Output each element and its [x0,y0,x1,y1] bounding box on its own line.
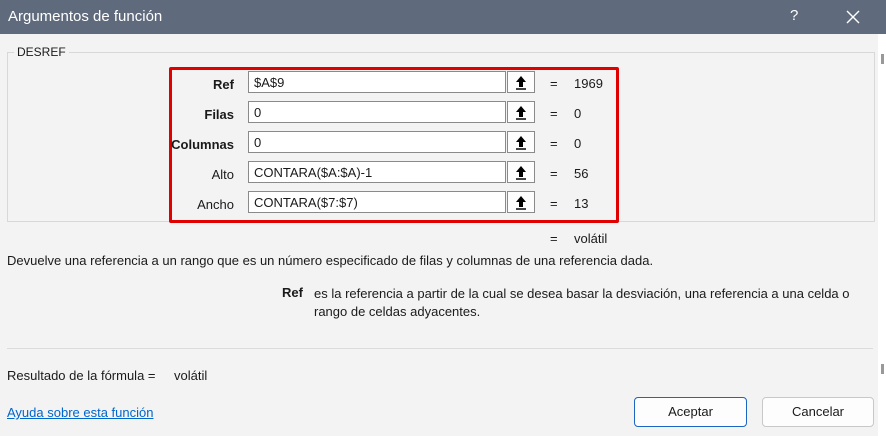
arg-result-ancho: 13 [574,196,589,211]
arg-help-text: es la referencia a partir de la cual se … [314,286,850,319]
arg-label-ref: Ref [213,77,234,92]
collapse-button-alto[interactable] [507,161,535,183]
function-name-label: DESREF [14,45,69,59]
equals-sign: = [550,136,558,151]
collapse-button-ref[interactable] [507,71,535,93]
collapse-button-filas[interactable] [507,101,535,123]
function-result-value: volátil [574,231,608,246]
formula-result-value: volátil [174,368,208,383]
arg-input-columnas[interactable]: 0 [248,131,506,153]
window-edge [878,34,886,436]
arg-label-alto: Alto [211,167,234,182]
dialog-title: Argumentos de función [8,8,163,25]
help-link[interactable]: Ayuda sobre esta función [7,405,153,420]
collapse-dialog-arrow-icon [516,106,526,120]
arg-label-columnas: Columnas [171,137,234,152]
equals-sign: = [550,166,558,181]
collapse-button-columnas[interactable] [507,131,535,153]
arg-input-ancho[interactable]: CONTARA($7:$7) [248,191,506,213]
arg-input-ref[interactable]: $A$9 [248,71,506,93]
arg-result-filas: 0 [574,106,582,121]
equals-sign: = [550,196,558,211]
arg-result-ref: 1969 [574,76,603,91]
formula-result-label: Resultado de la fórmula = [7,368,156,383]
arg-input-alto[interactable]: CONTARA($A:$A)-1 [248,161,506,183]
collapse-dialog-arrow-icon [516,196,526,210]
arg-input-filas[interactable]: 0 [248,101,506,123]
collapse-button-ancho[interactable] [507,191,535,213]
equals-sign: = [550,231,558,246]
collapse-dialog-arrow-icon [516,136,526,150]
arg-label-filas: Filas [204,107,234,122]
collapse-dialog-arrow-icon [516,76,526,90]
arg-help-name: Ref [282,285,303,300]
close-icon [846,10,860,24]
close-button[interactable] [840,4,866,30]
cancel-button[interactable]: Cancelar [762,397,874,427]
divider [7,348,873,349]
arg-result-alto: 56 [574,166,589,181]
title-bar: Argumentos de función ? [0,0,886,34]
collapse-dialog-arrow-icon [516,166,526,180]
equals-sign: = [550,106,558,121]
help-button[interactable]: ? [790,7,798,24]
accept-button[interactable]: Aceptar [634,397,747,427]
equals-sign: = [550,76,558,91]
arg-label-ancho: Ancho [197,197,234,212]
function-description: Devuelve una referencia a un rango que e… [7,253,654,268]
arg-result-columnas: 0 [574,136,582,151]
